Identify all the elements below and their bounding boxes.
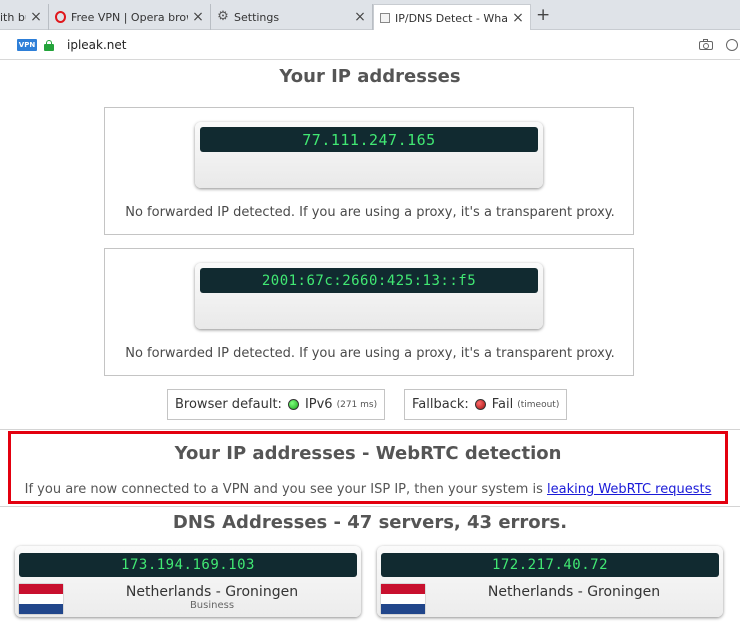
close-icon[interactable]: × xyxy=(30,9,42,25)
close-icon[interactable]: × xyxy=(512,10,524,26)
fallback-value: Fail xyxy=(491,397,514,412)
status-fail-icon xyxy=(474,399,486,410)
fallback-label: Fallback: xyxy=(412,397,469,412)
lock-icon[interactable] xyxy=(44,40,54,51)
tab-free-vpn[interactable]: Free VPN | Opera browser × xyxy=(49,4,211,30)
dns-isp: Business xyxy=(189,600,235,611)
tab-settings[interactable]: ⚙ Settings × xyxy=(211,4,373,30)
dns-ip[interactable]: 172.217.40.72 xyxy=(381,553,719,577)
ipv4-display: 77.111.247.165 xyxy=(195,122,543,188)
tab-previous[interactable]: ith bu × xyxy=(0,4,49,30)
status-ok-icon xyxy=(287,399,299,410)
section-divider xyxy=(0,506,740,507)
tab-ipleak[interactable]: IP/DNS Detect - What is yo × xyxy=(373,4,531,31)
menu-icon[interactable] xyxy=(726,37,740,53)
vpn-badge[interactable]: VPN xyxy=(17,39,37,51)
browser-default-value: IPv6 xyxy=(304,397,333,412)
dns-location: Netherlands - Groningen xyxy=(125,584,299,600)
ipv6-note: No forwarded IP detected. If you are usi… xyxy=(125,346,615,361)
dns-ip[interactable]: 173.194.169.103 xyxy=(19,553,357,577)
gear-icon: ⚙ xyxy=(217,9,229,24)
webrtc-title: Your IP addresses - WebRTC detection xyxy=(174,443,562,464)
fallback-status: Fallback: Fail (timeout) xyxy=(404,389,568,420)
dns-title: DNS Addresses - 47 servers, 43 errors. xyxy=(172,512,568,533)
ipv4-panel: 77.111.247.165 No forwarded IP detected.… xyxy=(104,107,634,235)
browser-default-timing: (271 ms) xyxy=(336,399,378,410)
webrtc-leak-link[interactable]: leaking WebRTC requests xyxy=(547,482,711,497)
dns-server-card: 172.217.40.72 Netherlands - Groningen xyxy=(377,546,723,617)
dns-location: Netherlands - Groningen xyxy=(487,584,661,600)
netherlands-flag-icon xyxy=(19,584,63,614)
address-bar: VPN ipleak.net xyxy=(0,30,740,60)
netherlands-flag-icon xyxy=(381,584,425,614)
ipv6-display: 2001:67c:2660:425:13::f5 xyxy=(195,263,543,329)
tab-title: Free VPN | Opera browser xyxy=(71,10,188,24)
camera-icon[interactable] xyxy=(699,38,713,50)
url-field[interactable]: ipleak.net xyxy=(67,38,126,52)
ipleak-icon xyxy=(380,13,390,23)
webrtc-text: If you are now connected to a VPN and yo… xyxy=(11,482,725,497)
fallback-timing: (timeout) xyxy=(517,399,560,410)
tab-title: Settings xyxy=(234,10,280,24)
tab-strip: ith bu × Free VPN | Opera browser × ⚙ Se… xyxy=(0,0,740,31)
browser-default-label: Browser default: xyxy=(175,397,282,412)
webrtc-description: If you are now connected to a VPN and yo… xyxy=(24,482,543,497)
page-title: Your IP addresses xyxy=(279,66,461,87)
ipv4-note: No forwarded IP detected. If you are usi… xyxy=(125,205,615,220)
ipv4-address[interactable]: 77.111.247.165 xyxy=(200,127,538,152)
tab-title: IP/DNS Detect - What is yo xyxy=(395,11,508,25)
tab-title: ith bu xyxy=(0,10,26,24)
ipv6-address[interactable]: 2001:67c:2660:425:13::f5 xyxy=(200,268,538,293)
section-divider xyxy=(0,429,740,430)
close-icon[interactable]: × xyxy=(354,9,366,25)
browser-default-status: Browser default: IPv6 (271 ms) xyxy=(167,389,386,420)
webrtc-section: Your IP addresses - WebRTC detection If … xyxy=(8,431,728,504)
opera-icon xyxy=(55,11,66,23)
new-tab-button[interactable]: + xyxy=(536,6,550,24)
ipv6-panel: 2001:67c:2660:425:13::f5 No forwarded IP… xyxy=(104,248,634,376)
dns-server-card: 173.194.169.103 Netherlands - Groningen … xyxy=(15,546,361,617)
close-icon[interactable]: × xyxy=(192,9,204,25)
